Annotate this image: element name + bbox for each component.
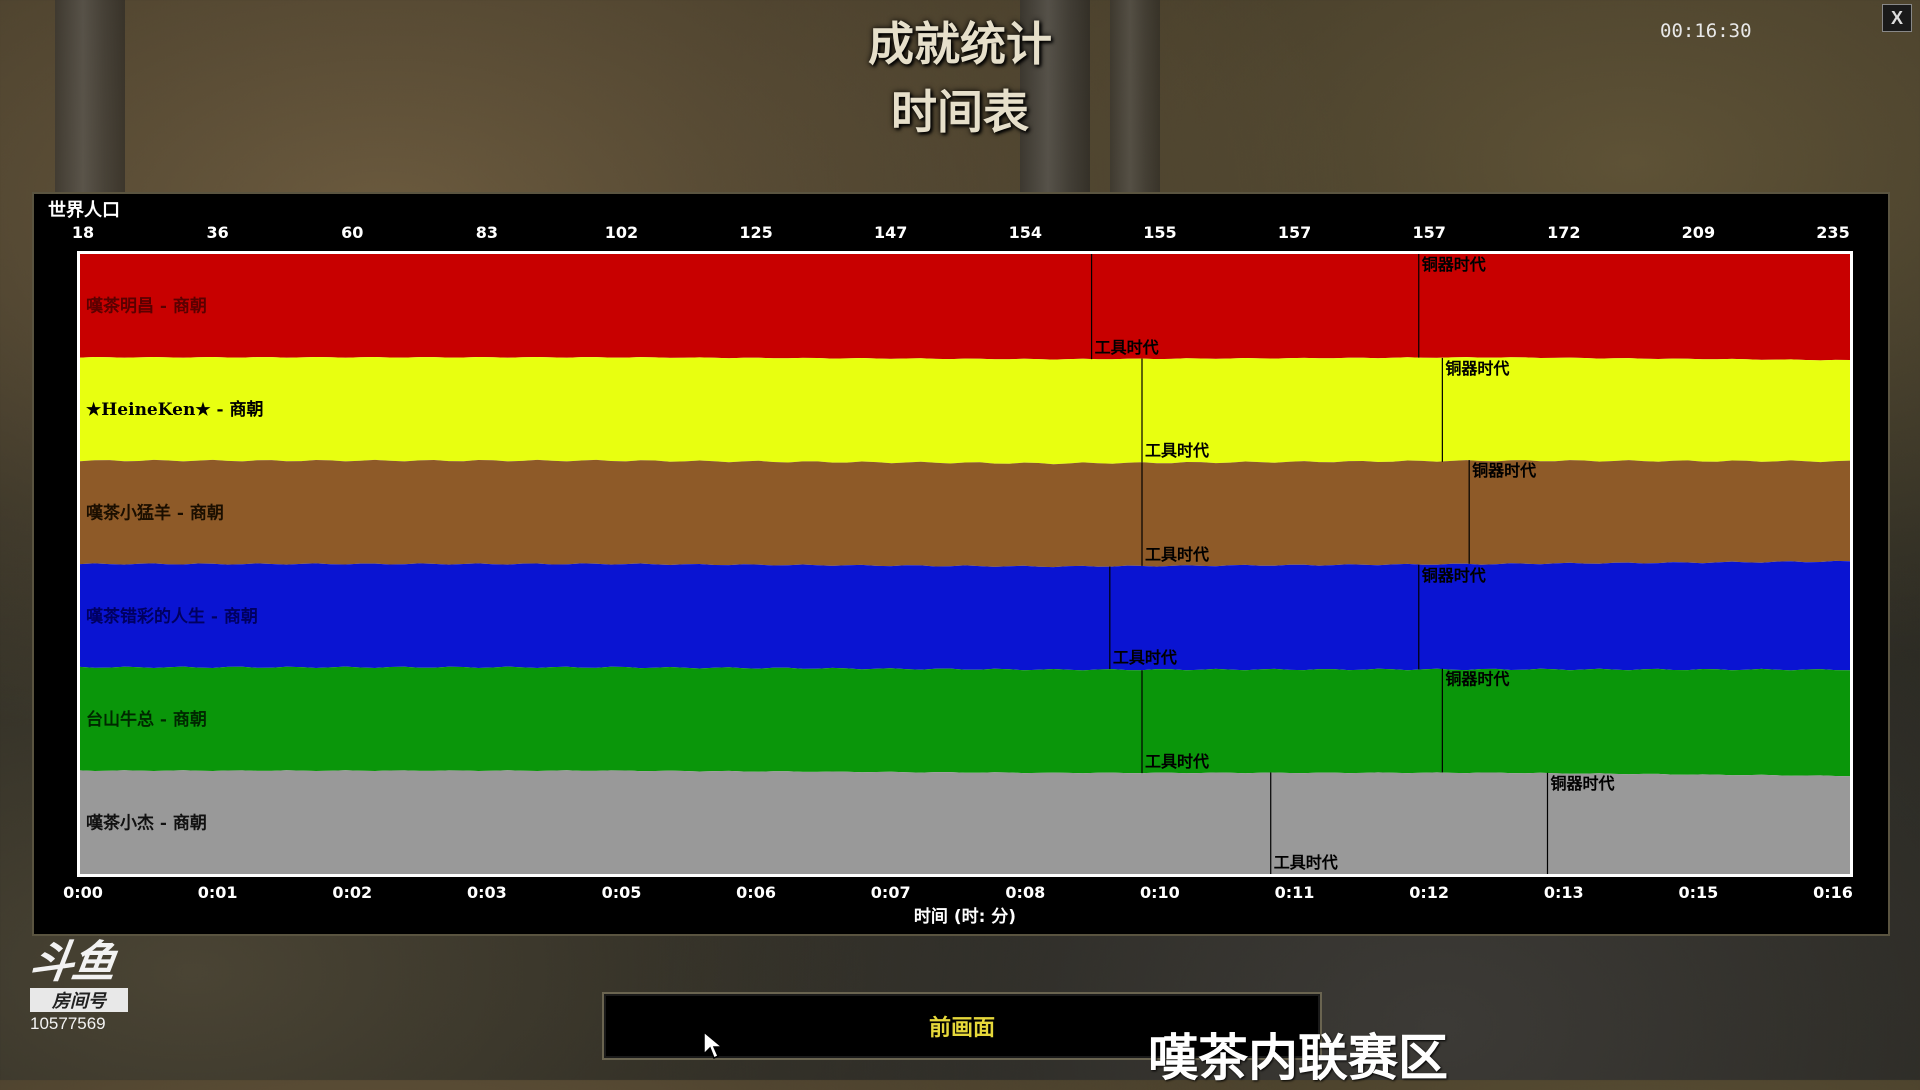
x-axis-tick-label: 0:01 bbox=[198, 883, 238, 902]
top-axis-tick-label: 235 bbox=[1816, 223, 1849, 242]
age-event-label: 工具时代 bbox=[1145, 545, 1209, 564]
age-event-label: 铜器时代 bbox=[1550, 774, 1614, 793]
age-event-label: 铜器时代 bbox=[1422, 255, 1486, 274]
x-axis-tick-label: 0:12 bbox=[1409, 883, 1449, 902]
top-axis-tick-label: 157 bbox=[1278, 223, 1311, 242]
x-axis-tick-label: 0:08 bbox=[1005, 883, 1045, 902]
series-label: 台山牛总 - 商朝 bbox=[86, 709, 207, 730]
age-event-label: 工具时代 bbox=[1145, 752, 1209, 771]
series-band bbox=[80, 254, 1850, 361]
x-axis-tick-label: 0:03 bbox=[467, 883, 507, 902]
top-axis-tick-label: 36 bbox=[206, 223, 228, 242]
top-axis-tick-label: 102 bbox=[605, 223, 638, 242]
age-event-label: 工具时代 bbox=[1274, 853, 1338, 872]
age-event-label: 工具时代 bbox=[1145, 441, 1209, 460]
close-button[interactable]: X bbox=[1882, 4, 1912, 32]
screen-title: 成就统计 bbox=[868, 17, 1052, 71]
x-axis-tick-label: 0:10 bbox=[1140, 883, 1180, 902]
top-axis-tick-label: 154 bbox=[1009, 223, 1042, 242]
series-band bbox=[80, 560, 1850, 671]
x-axis-tick-label: 0:13 bbox=[1544, 883, 1584, 902]
x-axis-tick-label: 0:11 bbox=[1275, 883, 1315, 902]
top-axis-tick-label: 209 bbox=[1682, 223, 1715, 242]
series-label: 嘆茶明昌 - 商朝 bbox=[86, 296, 207, 317]
x-axis-tick-label: 0:07 bbox=[871, 883, 911, 902]
screen-subtitle: 时间表 bbox=[891, 85, 1029, 139]
douyu-logo: 斗鱼 房间号 10577569 bbox=[26, 937, 140, 1034]
timeline-chart: 嘆茶明昌 - 商朝工具时代铜器时代★HeineKen★ - 商朝工具时代铜器时代… bbox=[63, 223, 1853, 927]
top-axis-tick-label: 83 bbox=[476, 223, 498, 242]
x-axis-tick-label: 0:16 bbox=[1813, 883, 1853, 902]
game-clock: 00:16:30 bbox=[1660, 20, 1752, 42]
top-axis-tick-label: 125 bbox=[739, 223, 772, 242]
x-axis-tick-label: 0:15 bbox=[1678, 883, 1718, 902]
top-axis-tick-label: 147 bbox=[874, 223, 907, 242]
top-axis-tick-label: 18 bbox=[72, 223, 94, 242]
age-event-label: 铜器时代 bbox=[1472, 461, 1536, 480]
series-band bbox=[80, 357, 1850, 465]
age-event-label: 铜器时代 bbox=[1422, 566, 1486, 585]
room-number: 10577569 bbox=[30, 1014, 106, 1033]
age-event-label: 铜器时代 bbox=[1445, 670, 1509, 689]
logo-room-tag: 房间号 bbox=[30, 988, 128, 1012]
mouse-cursor-icon bbox=[703, 1030, 724, 1060]
series-label: 嘆茶错彩的人生 - 商朝 bbox=[86, 606, 258, 627]
series-band bbox=[80, 666, 1850, 777]
series-label: 嘆茶小猛羊 - 商朝 bbox=[86, 502, 224, 523]
timeline-panel: 世界人口 嘆茶明昌 - 商朝 工具时代 铜器时代 ★HeineKen★ - 商朝 工具时… bbox=[32, 192, 1890, 936]
series-band bbox=[80, 459, 1850, 568]
series-label: ★HeineKen★ - 商朝 bbox=[86, 399, 263, 420]
x-axis-tick-label: 0:00 bbox=[63, 883, 103, 902]
league-caption: 嘆茶内联赛区 bbox=[1148, 1029, 1448, 1087]
top-axis-tick-label: 60 bbox=[341, 223, 363, 242]
x-axis-title: 时间 (时: 分) bbox=[914, 906, 1016, 927]
age-event-label: 工具时代 bbox=[1113, 648, 1177, 667]
series-label: 嘆茶小杰 - 商朝 bbox=[86, 812, 207, 833]
age-event-label: 铜器时代 bbox=[1445, 359, 1509, 378]
x-axis-tick-label: 0:05 bbox=[602, 883, 642, 902]
age-event-label: 工具时代 bbox=[1095, 338, 1159, 357]
top-axis-tick-label: 172 bbox=[1547, 223, 1580, 242]
x-axis-tick-label: 0:06 bbox=[736, 883, 776, 902]
logo-wordmark: 斗鱼 bbox=[26, 937, 118, 988]
top-axis-tick-label: 155 bbox=[1143, 223, 1176, 242]
top-axis-tick-label: 157 bbox=[1412, 223, 1445, 242]
x-axis-tick-label: 0:02 bbox=[332, 883, 372, 902]
